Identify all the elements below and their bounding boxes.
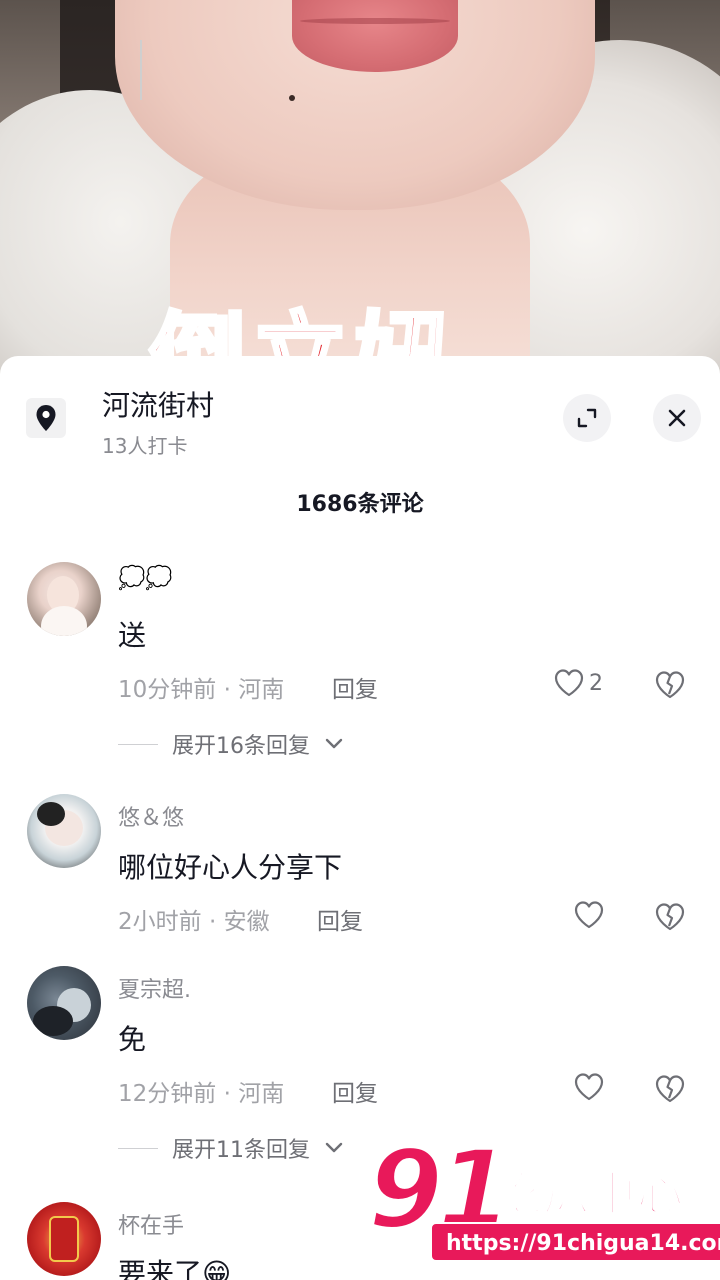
comment-meta: 2小时前 · 安徽 <box>118 909 270 935</box>
avatar[interactable] <box>27 1202 101 1276</box>
comment-count-title: 1686条评论 <box>296 492 424 517</box>
divider <box>118 743 158 745</box>
dislike-button[interactable] <box>654 670 686 704</box>
watermark-name: 吃瓜中心 <box>495 1166 684 1222</box>
like-button[interactable] <box>573 1072 605 1102</box>
expand-replies-button[interactable]: 展开16条回复 <box>118 728 344 760</box>
reply-button[interactable]: 回复 <box>332 670 378 704</box>
broken-heart-icon <box>655 671 685 699</box>
video-frame-detail <box>140 40 142 100</box>
comment-username[interactable]: 悠＆悠 <box>118 800 184 832</box>
location-checkins: 13人打卡 <box>102 434 188 458</box>
heart-icon <box>554 669 584 697</box>
expand-replies-label: 展开16条回复 <box>172 734 310 759</box>
close-icon <box>668 409 686 427</box>
comment-text: 哪位好心人分享下 <box>118 851 343 884</box>
comment-meta: 12分钟前 · 河南 <box>118 1081 285 1107</box>
location-name[interactable]: 河流街村 <box>102 384 214 424</box>
like-count: 2 <box>589 670 603 696</box>
broken-heart-icon <box>655 903 685 931</box>
chevron-down-icon <box>325 1142 343 1153</box>
avatar[interactable] <box>27 562 101 636</box>
like-button[interactable] <box>573 900 605 930</box>
video-player[interactable]: 倒立妞 <box>0 0 720 380</box>
comment-text: 要来了😁 <box>118 1257 232 1280</box>
broken-heart-icon <box>655 1075 685 1103</box>
comment-meta: 10分钟前 · 河南 <box>118 677 285 703</box>
comment-username[interactable]: 杯在手 <box>118 1208 184 1240</box>
site-watermark: 91 吃瓜中心 https://91chigua14.com <box>366 1127 720 1280</box>
close-button[interactable] <box>653 394 701 442</box>
reply-button[interactable]: 回复 <box>317 902 363 936</box>
comment-text: 免 <box>118 1023 147 1056</box>
avatar[interactable] <box>27 794 101 868</box>
divider <box>118 1147 158 1149</box>
expand-icon <box>577 408 597 428</box>
video-frame-detail <box>289 95 295 101</box>
expand-replies-button[interactable]: 展开11条回复 <box>118 1132 344 1164</box>
comment-username[interactable]: 夏宗超. <box>118 972 191 1004</box>
dislike-button[interactable] <box>654 902 686 936</box>
like-button[interactable]: 2 <box>553 668 603 698</box>
heart-icon <box>574 901 604 929</box>
comment-username[interactable]: 💭💭 <box>118 566 173 591</box>
heart-icon <box>574 1073 604 1101</box>
watermark-url: https://91chigua14.com <box>430 1222 720 1262</box>
location-pin-icon[interactable] <box>26 398 66 438</box>
reply-button[interactable]: 回复 <box>332 1074 378 1108</box>
comment-item: 💭💭 送 10分钟前 · 河南 回复 2 展开16条回复 <box>0 562 720 762</box>
video-frame-detail <box>300 18 450 24</box>
comment-text: 送 <box>118 619 147 652</box>
comment-item: 悠＆悠 哪位好心人分享下 2小时前 · 安徽 回复 <box>0 794 720 944</box>
expand-button[interactable] <box>563 394 611 442</box>
dislike-button[interactable] <box>654 1074 686 1108</box>
avatar[interactable] <box>27 966 101 1040</box>
video-frame-detail <box>292 0 458 72</box>
expand-replies-label: 展开11条回复 <box>172 1138 310 1163</box>
chevron-down-icon <box>325 738 343 749</box>
